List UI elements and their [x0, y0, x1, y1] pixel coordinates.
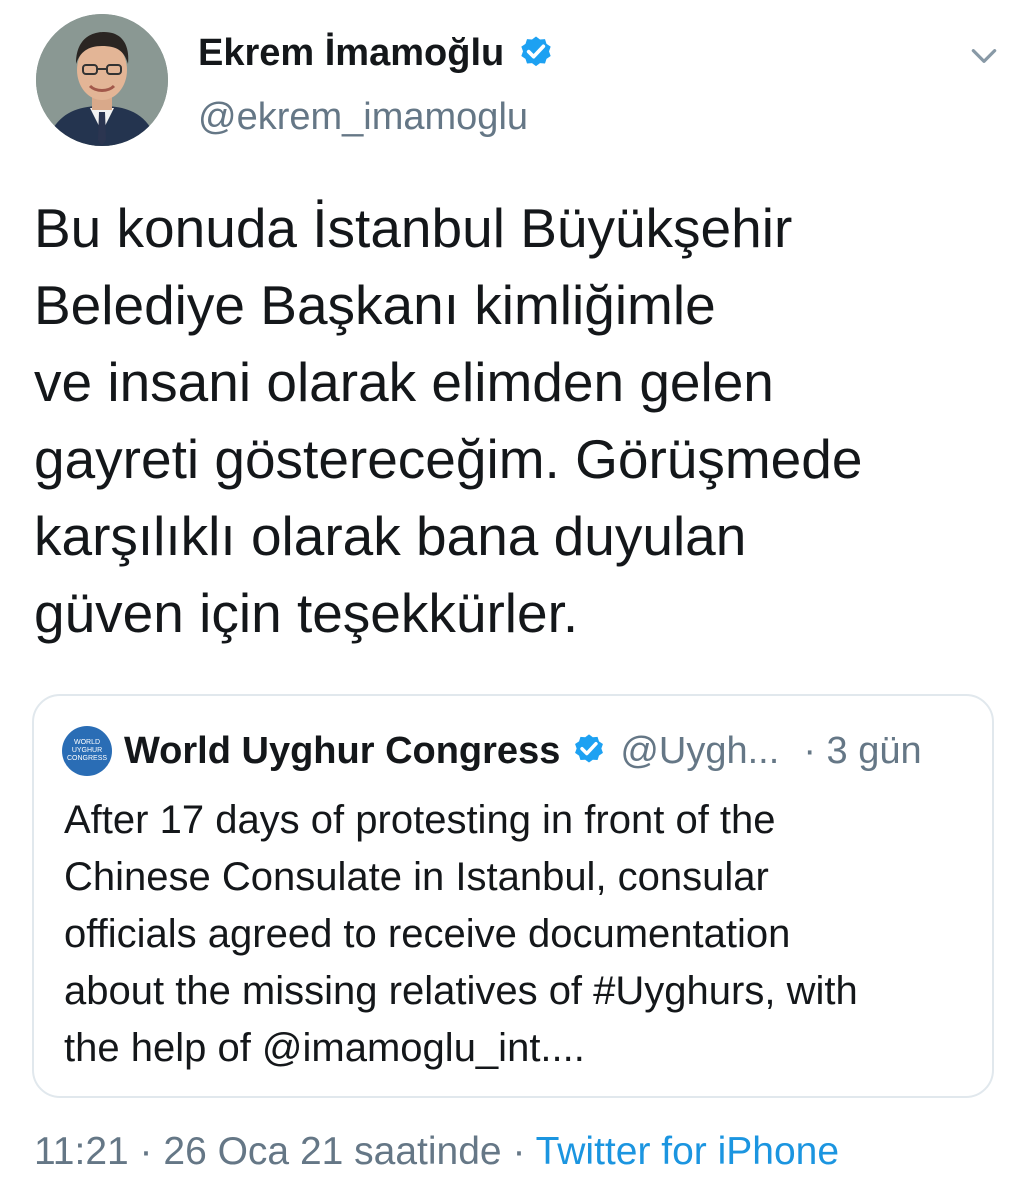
tweet-source-link[interactable]: Twitter for iPhone	[536, 1130, 839, 1173]
author-handle[interactable]: @ekrem_imamoglu	[198, 96, 528, 139]
logo-text-line: CONGRESS	[66, 755, 108, 762]
meta-separator: ·	[501, 1130, 536, 1173]
quoted-author-logo: WORLD UYGHUR CONGRESS	[62, 726, 112, 776]
quoted-tweet-time[interactable]: · 3 gün	[803, 730, 921, 773]
author-name-row: Ekrem İmamoğlu	[198, 32, 556, 75]
tweet-date[interactable]: 26 Oca 21 saatinde	[163, 1130, 501, 1173]
meta-separator: ·	[128, 1130, 164, 1173]
tweet-meta: 11:21 · 26 Oca 21 saatinde · Twitter for…	[34, 1130, 839, 1174]
verified-badge-icon	[521, 36, 551, 66]
quoted-author-handle[interactable]: @Uygh...	[620, 730, 779, 773]
logo-text-line: UYGHUR	[71, 747, 103, 754]
chevron-down-icon[interactable]	[968, 40, 1000, 72]
quoted-tweet-header: WORLD UYGHUR CONGRESS World Uyghur Congr…	[62, 726, 922, 776]
logo-text-line: WORLD	[73, 739, 101, 746]
quoted-tweet-card[interactable]: WORLD UYGHUR CONGRESS World Uyghur Congr…	[32, 694, 994, 1098]
tweet-text: Bu konuda İstanbul Büyükşehir Belediye B…	[34, 197, 863, 644]
quoted-tweet-text: After 17 days of protesting in front of …	[64, 798, 858, 1070]
profile-photo-icon	[36, 14, 168, 146]
tweet-header: Ekrem İmamoğlu @ekrem_imamoglu	[36, 14, 997, 154]
author-display-name[interactable]: Ekrem İmamoğlu	[198, 32, 504, 75]
quoted-author-name[interactable]: World Uyghur Congress	[124, 730, 560, 773]
author-avatar[interactable]	[36, 14, 168, 146]
verified-badge-icon	[575, 734, 604, 763]
tweet-time[interactable]: 11:21	[34, 1130, 129, 1173]
